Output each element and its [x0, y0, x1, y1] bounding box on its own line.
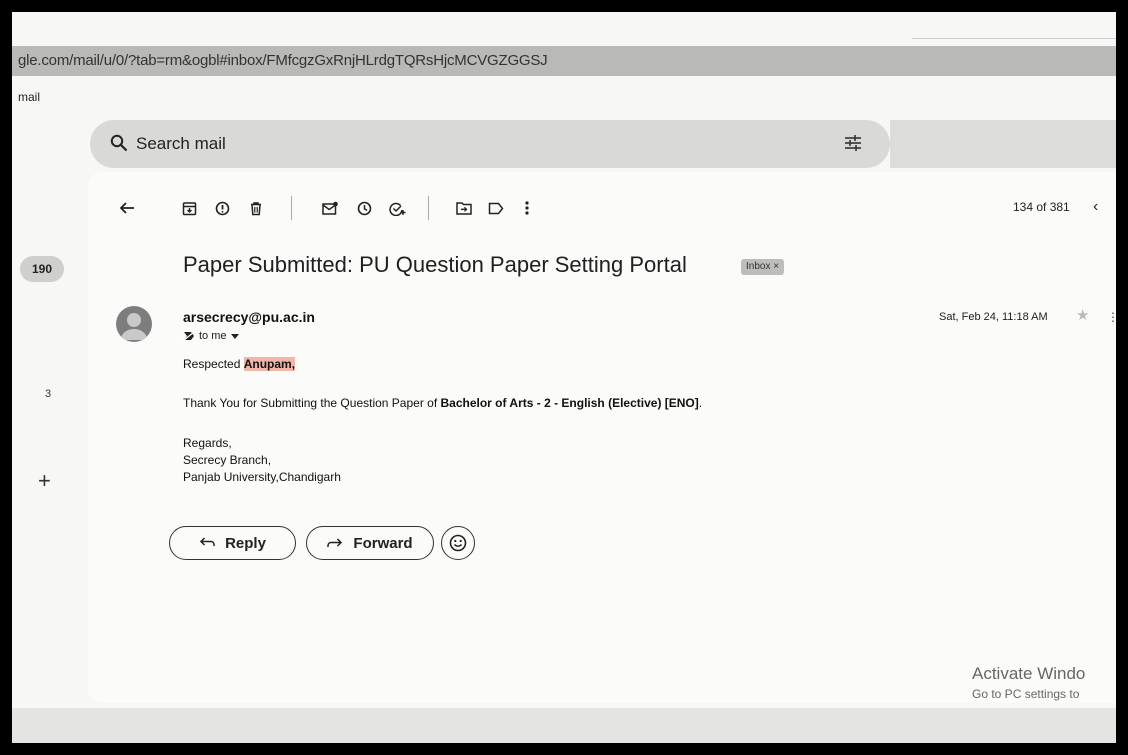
- forward-button[interactable]: Forward: [306, 526, 434, 560]
- address-bar[interactable]: gle.com/mail/u/0/?tab=rm&ogbl#inbox/FMfc…: [12, 46, 1116, 76]
- filter-options-icon[interactable]: [844, 134, 862, 157]
- email-subject: Paper Submitted: PU Question Paper Setti…: [183, 252, 687, 277]
- bottom-strip: [12, 708, 1116, 743]
- report-spam-icon: [215, 201, 229, 215]
- reply-button[interactable]: Reply: [169, 526, 296, 560]
- activation-watermark-title: Activate Windo: [972, 664, 1086, 683]
- activation-watermark-subtitle: Go to PC settings to: [972, 687, 1080, 701]
- signoff: Regards,: [183, 436, 232, 450]
- report-spam-button[interactable]: [211, 197, 233, 219]
- mark-unread-icon: [322, 201, 338, 215]
- add-task-button[interactable]: [386, 197, 408, 219]
- recipient-details[interactable]: to me: [183, 330, 239, 342]
- emoji-react-button[interactable]: [441, 526, 475, 560]
- reply-label: Reply: [225, 534, 266, 552]
- archive-icon: [182, 201, 196, 215]
- add-task-icon: [388, 202, 405, 216]
- body-line-1-suffix: .: [698, 396, 703, 410]
- more-button[interactable]: [516, 197, 538, 219]
- label-icon: [488, 202, 504, 214]
- inbox-label-chip[interactable]: Inbox ×: [741, 259, 785, 275]
- toolbar-divider: [428, 196, 429, 220]
- delete-icon: [251, 201, 261, 215]
- email-date: Sat, Feb 24, 11:18 AM: [939, 311, 1048, 323]
- star-icon[interactable]: ★: [1076, 306, 1089, 324]
- back-button[interactable]: [116, 197, 138, 219]
- mark-unread-button[interactable]: [319, 197, 341, 219]
- toolbar-divider: [291, 196, 292, 220]
- message-pager: 134 of 381: [1013, 200, 1070, 214]
- sender-email[interactable]: arsecrecy@pu.ac.in: [183, 309, 315, 325]
- snooze-icon: [357, 201, 371, 215]
- chevron-down-icon: [230, 333, 239, 339]
- more-vert-icon: [525, 201, 529, 215]
- delete-button[interactable]: [245, 197, 267, 219]
- reply-icon: [200, 537, 215, 546]
- inbox-count-badge[interactable]: 190: [20, 256, 64, 282]
- signature-dept: Secrecy Branch,: [183, 453, 272, 467]
- body-line-1: Thank You for Submitting the Question Pa…: [183, 396, 702, 410]
- search-bar[interactable]: Search mail: [90, 120, 890, 168]
- header-right-area: [890, 120, 1116, 168]
- to-me-label: to me: [199, 330, 227, 342]
- recipient-name: Anupam,: [243, 357, 296, 371]
- sender-avatar[interactable]: [116, 306, 152, 342]
- move-to-button[interactable]: [453, 197, 475, 219]
- person-icon: [120, 313, 148, 340]
- app-label: mail: [18, 90, 41, 104]
- archive-button[interactable]: [178, 197, 200, 219]
- body-line-1-prefix: Thank You for Submitting the Question Pa…: [183, 396, 441, 410]
- course-name: Bachelor of Arts - 2 - English (Elective…: [440, 396, 699, 410]
- rail-count: 3: [45, 388, 52, 400]
- forward-label: Forward: [353, 534, 413, 552]
- search-icon[interactable]: [110, 134, 128, 157]
- newer-button[interactable]: ‹: [1093, 198, 1098, 216]
- importance-marker-icon: [183, 331, 195, 341]
- snooze-button[interactable]: [353, 197, 375, 219]
- tabstrip-divider: [912, 38, 1116, 39]
- forward-icon: [327, 538, 343, 547]
- message-more-icon[interactable]: ⋮: [1107, 310, 1116, 324]
- move-to-icon: [456, 202, 472, 215]
- search-input[interactable]: Search mail: [136, 134, 226, 154]
- emoji-icon: [449, 534, 467, 552]
- back-icon: [119, 202, 134, 214]
- greeting-line: Respected Anupam,: [183, 357, 296, 371]
- add-label-button[interactable]: +: [38, 468, 51, 494]
- label-button[interactable]: [485, 197, 507, 219]
- screenshot-frame: gle.com/mail/u/0/?tab=rm&ogbl#inbox/FMfc…: [12, 12, 1116, 743]
- greeting-prefix: Respected: [183, 357, 244, 371]
- signature-org: Panjab University,Chandigarh: [183, 470, 341, 484]
